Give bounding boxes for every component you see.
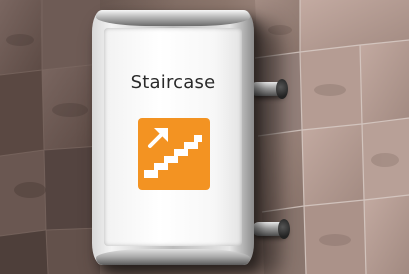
staircase-up-arrow-icon bbox=[144, 128, 202, 178]
photo-scene: Staircase bbox=[0, 0, 409, 274]
sign-bottom-rail bbox=[96, 249, 250, 265]
mounting-bracket-top bbox=[250, 79, 288, 99]
bracket-cap bbox=[278, 219, 290, 239]
mounting-bracket-bottom bbox=[252, 219, 290, 239]
sign-frame: Staircase bbox=[92, 10, 254, 265]
sign-top-rail bbox=[96, 10, 250, 26]
sign-label: Staircase bbox=[130, 72, 216, 93]
sign-panel: Staircase bbox=[104, 28, 242, 246]
staircase-pictogram bbox=[138, 118, 210, 190]
bracket-cap bbox=[276, 79, 288, 99]
